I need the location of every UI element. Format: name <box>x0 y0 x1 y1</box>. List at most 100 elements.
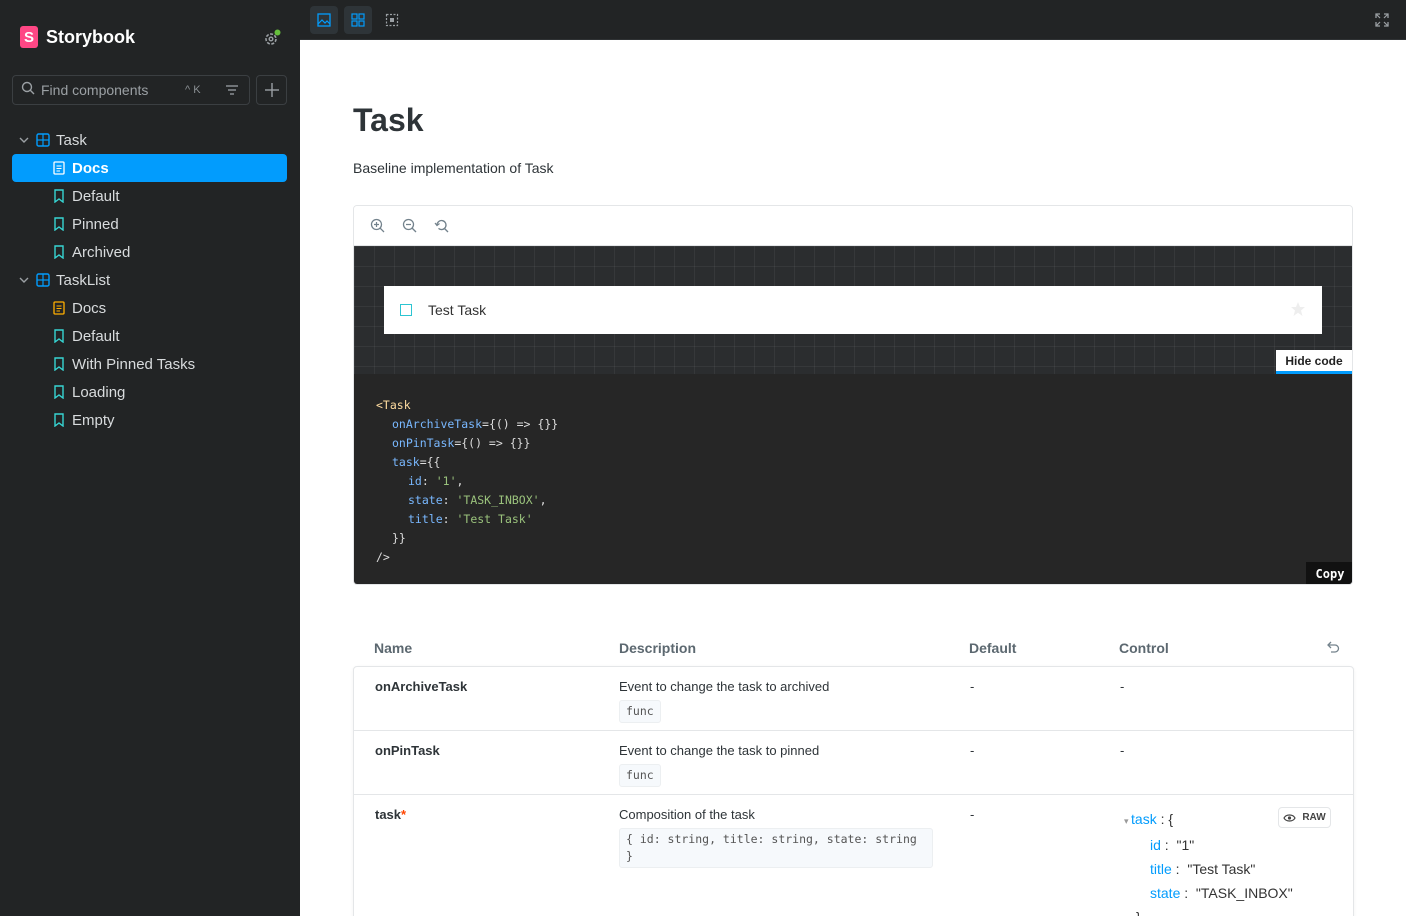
zoom-reset-icon[interactable] <box>430 215 452 237</box>
star-icon[interactable] <box>1290 301 1306 320</box>
filter-icon[interactable] <box>225 83 239 102</box>
tree-tasklist-loading[interactable]: Loading <box>12 378 287 406</box>
prop-type: { id: string, title: string, state: stri… <box>619 828 933 868</box>
tree-label: Docs <box>72 299 107 317</box>
search-shortcut: ^ K <box>185 84 201 96</box>
tree-label: TaskList <box>56 271 111 289</box>
zoom-out-icon[interactable] <box>398 215 420 237</box>
storybook-logo[interactable]: S Storybook <box>20 26 135 48</box>
bookmark-icon <box>54 413 64 427</box>
story-preview: Test Task <box>354 246 1352 374</box>
prop-control: - <box>1120 679 1125 694</box>
plus-icon <box>264 83 279 97</box>
table-row: onArchiveTask Event to change the task t… <box>354 667 1353 731</box>
add-component-button[interactable] <box>256 75 287 105</box>
reset-controls-icon[interactable] <box>1326 640 1340 657</box>
image-icon <box>317 13 331 27</box>
tree-task-docs[interactable]: Docs <box>12 154 287 182</box>
header-name: Name <box>374 640 413 656</box>
tree-component-tasklist[interactable]: TaskList <box>12 266 287 294</box>
header-default: Default <box>969 640 1017 656</box>
search-input[interactable] <box>41 82 181 98</box>
args-table-header: Name Description Default Control <box>353 630 1354 666</box>
tree-label: Pinned <box>72 215 119 233</box>
task-title: Test Task <box>428 302 487 318</box>
tree-label: Task <box>56 131 87 149</box>
component-icon <box>36 273 50 287</box>
tree-label: Loading <box>72 383 126 401</box>
docs-page: Task Baseline implementation of Task Tes… <box>300 40 1406 916</box>
prop-name: onPinTask <box>375 743 440 758</box>
tree-tasklist-default[interactable]: Default <box>12 322 287 350</box>
component-tree: Task Docs Default Pinned Archived TaskLi… <box>12 126 287 434</box>
document-icon <box>53 161 65 175</box>
prop-default: - <box>970 807 975 822</box>
code-block: <Task onArchiveTask={() => {}} onPinTask… <box>354 374 1352 584</box>
copy-button[interactable]: Copy <box>1306 562 1352 584</box>
top-toolbar <box>300 0 1406 40</box>
tree-tasklist-empty[interactable]: Empty <box>12 406 287 434</box>
task-item[interactable]: Test Task <box>384 286 1322 334</box>
fullscreen-button[interactable] <box>1368 6 1396 34</box>
prop-description: Event to change the task to archived fun… <box>619 679 829 723</box>
chevron-down-icon <box>19 137 29 143</box>
tree-label: Empty <box>72 411 115 429</box>
chevron-down-icon <box>19 277 29 283</box>
page-title: Task <box>353 102 424 138</box>
tree-tasklist-with-pinned[interactable]: With Pinned Tasks <box>12 350 287 378</box>
prop-name: onArchiveTask <box>375 679 468 694</box>
page-subtitle: Baseline implementation of Task <box>353 160 554 176</box>
args-table-body: onArchiveTask Event to change the task t… <box>353 666 1354 916</box>
canvas-toolbar <box>354 206 1352 246</box>
component-icon <box>36 133 50 147</box>
prop-control: - <box>1120 743 1125 758</box>
collapse-triangle-icon[interactable]: ▾ <box>1124 816 1131 826</box>
prop-default: - <box>970 743 975 758</box>
bookmark-icon <box>54 385 64 399</box>
raw-toggle-button[interactable]: RAW <box>1278 807 1331 828</box>
tree-label: Archived <box>72 243 131 261</box>
story-canvas: Test Task Hide code <Task onArchiveTask=… <box>353 205 1353 585</box>
required-marker: * <box>401 807 407 822</box>
expand-icon <box>1375 13 1389 27</box>
tree-task-pinned[interactable]: Pinned <box>12 210 287 238</box>
bookmark-icon <box>54 329 64 343</box>
grid-toggle-button[interactable] <box>344 6 372 34</box>
settings-gear-icon[interactable] <box>262 28 282 48</box>
tree-task-default[interactable]: Default <box>12 182 287 210</box>
bookmark-icon <box>54 217 64 231</box>
prop-type: func <box>619 700 661 723</box>
outline-icon <box>385 13 399 27</box>
zoom-in-icon[interactable] <box>366 215 388 237</box>
tree-label: With Pinned Tasks <box>72 355 196 373</box>
bookmark-icon <box>54 189 64 203</box>
header-control: Control <box>1119 640 1169 656</box>
header-description: Description <box>619 640 697 656</box>
prop-name: task* <box>375 807 407 822</box>
tree-label: Docs <box>72 159 109 177</box>
app-name: Storybook <box>46 26 136 47</box>
tree-tasklist-docs[interactable]: Docs <box>12 294 287 322</box>
search-icon <box>21 81 35 100</box>
table-row: task* Composition of the task { id: stri… <box>354 795 1353 916</box>
eye-icon <box>1283 813 1296 822</box>
background-toggle-button[interactable] <box>310 6 338 34</box>
prop-default: - <box>970 679 975 694</box>
tree-component-task[interactable]: Task <box>12 126 287 154</box>
table-row: onPinTask Event to change the task to pi… <box>354 731 1353 795</box>
document-icon <box>53 301 65 315</box>
bookmark-icon <box>54 245 64 259</box>
bookmark-icon <box>54 357 64 371</box>
hide-code-button[interactable]: Hide code <box>1276 350 1352 374</box>
grid-icon <box>351 13 365 27</box>
tree-task-archived[interactable]: Archived <box>12 238 287 266</box>
prop-description: Event to change the task to pinned func <box>619 743 819 787</box>
prop-description: Composition of the task { id: string, ti… <box>619 807 933 868</box>
tree-label: Default <box>72 327 120 345</box>
outline-toggle-button[interactable] <box>378 6 406 34</box>
search-box[interactable]: ^ K <box>12 75 250 105</box>
sidebar: S Storybook ^ K Task Docs Default <box>0 0 300 916</box>
storybook-logo-icon: S <box>20 26 38 48</box>
json-object-control[interactable]: ▾ task : { id : "1" title : "Test Task" … <box>1124 807 1293 916</box>
task-checkbox[interactable] <box>400 304 412 316</box>
